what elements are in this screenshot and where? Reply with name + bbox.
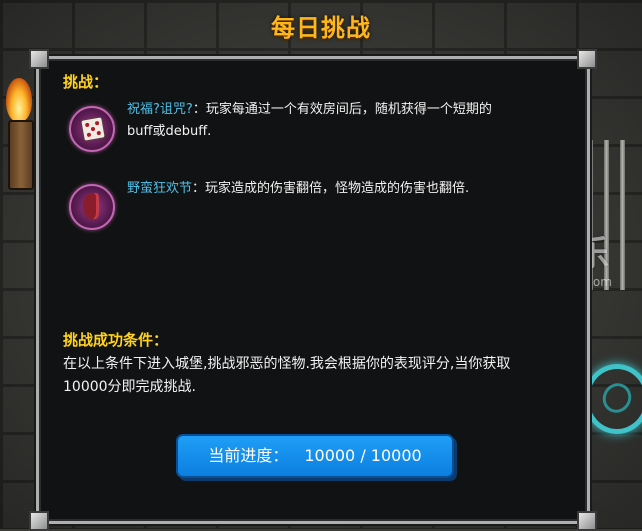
rule-description: ：玩家每通过一个有效房间后，随机获得一个短期的 [192,102,492,117]
torch-flame [6,78,32,122]
torch-icon [2,78,36,190]
panel-corner-rivet [29,511,49,531]
portal-ring-icon[interactable] [584,364,642,434]
rule-blessing-curse: 祝福?诅咒?：玩家每通过一个有效房间后，随机获得一个短期的 buff或debuf… [127,99,567,143]
progress-value: 10000 / 10000 [304,446,422,465]
torch-holder [8,120,34,190]
challenge-heading: 挑战： [63,73,109,91]
rule-name: 祝福?诅咒? [127,102,193,117]
panel-corner-rivet [577,49,597,69]
rule-description-continued: buff或debuff. [127,124,212,139]
panel-corner-rivet [29,49,49,69]
dice-icon [69,106,115,152]
challenge-panel: 挑战： 祝福?诅咒?：玩家每通过一个有效房间后，随机获得一个短期的 buff或d… [29,49,597,531]
axe-icon [69,184,115,230]
progress-button[interactable]: 当前进度： 10000 / 10000 [176,434,454,478]
condition-heading: 挑战成功条件： [63,331,169,349]
condition-line: 10000分即完成挑战. [63,379,196,395]
portal-inner-ring [597,378,637,418]
rule-name: 野蛮狂欢节 [127,181,193,196]
condition-line: 在以上条件下进入城堡,挑战邪恶的怪物.我会根据你的表现评分,当你获取 [63,356,511,372]
rule-savage-carnival: 野蛮狂欢节：玩家造成的伤害翻倍，怪物造成的伤害也翻倍. [127,178,567,200]
rule-description: ：玩家造成的伤害翻倍，怪物造成的伤害也翻倍. [192,181,470,196]
progress-label: 当前进度： [208,446,289,465]
page-title: 每日挑战 [271,14,371,42]
condition-text: 在以上条件下进入城堡,挑战邪恶的怪物.我会根据你的表现评分,当你获取 10000… [63,353,571,399]
panel-corner-rivet [577,511,597,531]
